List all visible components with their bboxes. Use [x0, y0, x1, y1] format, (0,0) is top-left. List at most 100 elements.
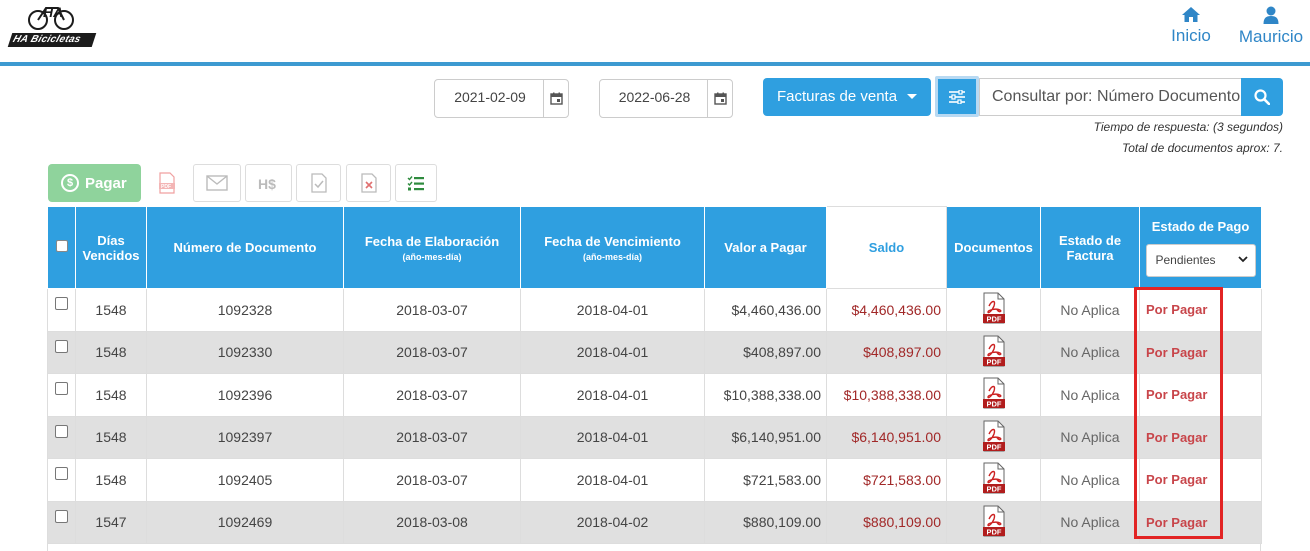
invoice-status-cell: No Aplica — [1040, 415, 1140, 459]
invoice-status-cell: No Aplica — [1040, 373, 1140, 417]
calendar-icon[interactable] — [707, 80, 732, 117]
elab-date-cell: 2018-03-07 — [343, 373, 521, 417]
table-row[interactable]: 1548 1092397 2018-03-07 2018-04-01 $6,140,95… — [47, 415, 1262, 459]
select-all-checkbox[interactable] — [55, 240, 68, 252]
payment-status-cell: Por Pagar — [1139, 415, 1262, 459]
due-date-cell: 2018-04-01 — [520, 330, 705, 374]
doc-number-cell: 1092469 — [146, 500, 344, 544]
date-from-value: 2021-02-09 — [454, 89, 526, 105]
table-row[interactable]: 1547 1092469 2018-03-08 2018-04-02 $880,109.… — [47, 500, 1262, 544]
col-amount[interactable]: Valor a Pagar — [704, 206, 827, 289]
balance-cell: $10,388,338.00 — [826, 373, 947, 417]
table-row[interactable]: 1548 1092330 2018-03-07 2018-04-01 $408,897.… — [47, 330, 1262, 374]
balance-cell: $721,583.00 — [826, 458, 947, 502]
invoices-table: Días Vencidos Número de Documento Fecha … — [47, 206, 1262, 544]
svg-text:PDF: PDF — [986, 315, 1001, 324]
col-balance[interactable]: Saldo — [826, 206, 947, 289]
days-cell: 1548 — [75, 330, 147, 374]
col-doc-number[interactable]: Número de Documento — [146, 206, 344, 289]
col-elab-date[interactable]: Fecha de Elaboración (año-mes-día) — [343, 206, 521, 289]
home-icon — [1182, 7, 1200, 22]
doc-x-icon — [360, 173, 377, 193]
elab-date-cell: 2018-03-07 — [343, 330, 521, 374]
table-row[interactable]: 1548 1092396 2018-03-07 2018-04-01 $10,388,3… — [47, 373, 1262, 417]
date-to-field[interactable]: 2022-06-28 — [599, 79, 733, 118]
dollar-coin-icon: $ — [61, 174, 79, 192]
response-time-text: Tiempo de respuesta: (3 segundos) — [1093, 120, 1283, 134]
col-elab-label: Fecha de Elaboración — [364, 233, 500, 249]
filter-settings-button[interactable] — [935, 76, 979, 117]
partial-table-row — [47, 544, 1261, 551]
nav-inicio[interactable]: Inicio — [1166, 6, 1216, 46]
doc-check-icon — [310, 173, 327, 193]
approve-doc-button[interactable] — [296, 164, 341, 202]
due-date-cell: 2018-04-02 — [520, 500, 705, 544]
balance-cell: $408,897.00 — [826, 330, 947, 374]
elab-date-cell: 2018-03-07 — [343, 458, 521, 502]
payment-status-select[interactable]: Pendientes — [1145, 243, 1256, 277]
table-row[interactable]: 1548 1092405 2018-03-07 2018-04-01 $721,583.… — [47, 458, 1262, 502]
chevron-down-icon — [1237, 255, 1248, 262]
amount-cell: $6,140,951.00 — [704, 415, 827, 459]
nav-user[interactable]: Mauricio — [1233, 6, 1309, 47]
pdf-file-icon[interactable]: PDF — [982, 377, 1006, 409]
row-checkbox[interactable] — [55, 509, 68, 523]
email-button[interactable] — [193, 164, 241, 202]
pdf-button[interactable]: PDF — [146, 164, 188, 202]
search-button[interactable] — [1241, 78, 1283, 116]
col-due-label: Fecha de Vencimiento — [544, 233, 681, 249]
row-checkbox[interactable] — [55, 297, 68, 310]
nav-user-label: Mauricio — [1238, 27, 1304, 46]
doc-type-dropdown[interactable]: Facturas de venta — [763, 78, 931, 116]
pdf-file-icon[interactable]: PDF — [982, 505, 1006, 537]
amount-cell: $880,109.00 — [704, 500, 827, 544]
pay-button[interactable]: $ Pagar — [48, 164, 141, 202]
row-select-cell — [47, 288, 76, 332]
documents-cell: PDF — [946, 288, 1041, 332]
days-cell: 1548 — [75, 458, 147, 502]
days-cell: 1548 — [75, 373, 147, 417]
pdf-file-icon[interactable]: PDF — [982, 420, 1006, 452]
row-checkbox[interactable] — [55, 382, 68, 395]
checklist-icon — [407, 176, 424, 191]
checklist-button[interactable] — [395, 164, 437, 202]
col-due-date[interactable]: Fecha de Vencimiento (año-mes-día) — [520, 206, 705, 289]
h-dollar-button[interactable]: H$ — [245, 164, 292, 202]
pdf-file-icon[interactable]: PDF — [982, 462, 1006, 494]
row-checkbox[interactable] — [55, 467, 68, 480]
documents-cell: PDF — [946, 500, 1041, 544]
payment-status-cell: Por Pagar — [1139, 288, 1262, 332]
date-from-field[interactable]: 2021-02-09 — [434, 79, 569, 118]
row-checkbox[interactable] — [55, 339, 68, 353]
balance-cell: $4,460,436.00 — [826, 288, 947, 332]
logo[interactable]: HA HA Bicicletas — [7, 2, 97, 48]
col-invoice-status[interactable]: Estado de Factura — [1040, 206, 1140, 289]
bicycle-logo-icon: HA — [28, 4, 74, 30]
svg-text:PDF: PDF — [986, 357, 1001, 366]
row-checkbox[interactable] — [55, 424, 68, 438]
documents-cell: PDF — [946, 373, 1041, 417]
pdf-file-icon[interactable]: PDF — [982, 292, 1006, 324]
col-elab-sub: (año-mes-día) — [402, 251, 462, 262]
pay-label: Pagar — [85, 174, 127, 192]
invoice-status-cell: No Aplica — [1040, 288, 1140, 332]
reject-doc-button[interactable] — [346, 164, 391, 202]
col-days[interactable]: Días Vencidos — [75, 206, 147, 289]
balance-cell: $6,140,951.00 — [826, 415, 947, 459]
logo-monogram: HA — [43, 4, 63, 20]
calendar-icon[interactable] — [543, 80, 568, 117]
top-navbar: HA HA Bicicletas Inicio Mauricio — [0, 0, 1310, 66]
documents-cell: PDF — [946, 415, 1041, 459]
pdf-icon: PDF — [159, 172, 175, 194]
svg-text:PDF: PDF — [161, 184, 171, 190]
table-row[interactable]: 1548 1092328 2018-03-07 2018-04-01 $4,460,43… — [47, 288, 1262, 332]
pdf-file-icon[interactable]: PDF — [982, 335, 1006, 367]
elab-date-cell: 2018-03-08 — [343, 500, 521, 544]
doc-number-cell: 1092397 — [146, 415, 344, 459]
search-input[interactable]: Consultar por: Número Documento — [979, 78, 1242, 116]
svg-text:PDF: PDF — [986, 485, 1001, 494]
invoice-status-cell: No Aplica — [1040, 458, 1140, 502]
amount-cell: $721,583.00 — [704, 458, 827, 502]
days-cell: 1547 — [75, 500, 147, 544]
row-select-cell — [47, 415, 76, 459]
